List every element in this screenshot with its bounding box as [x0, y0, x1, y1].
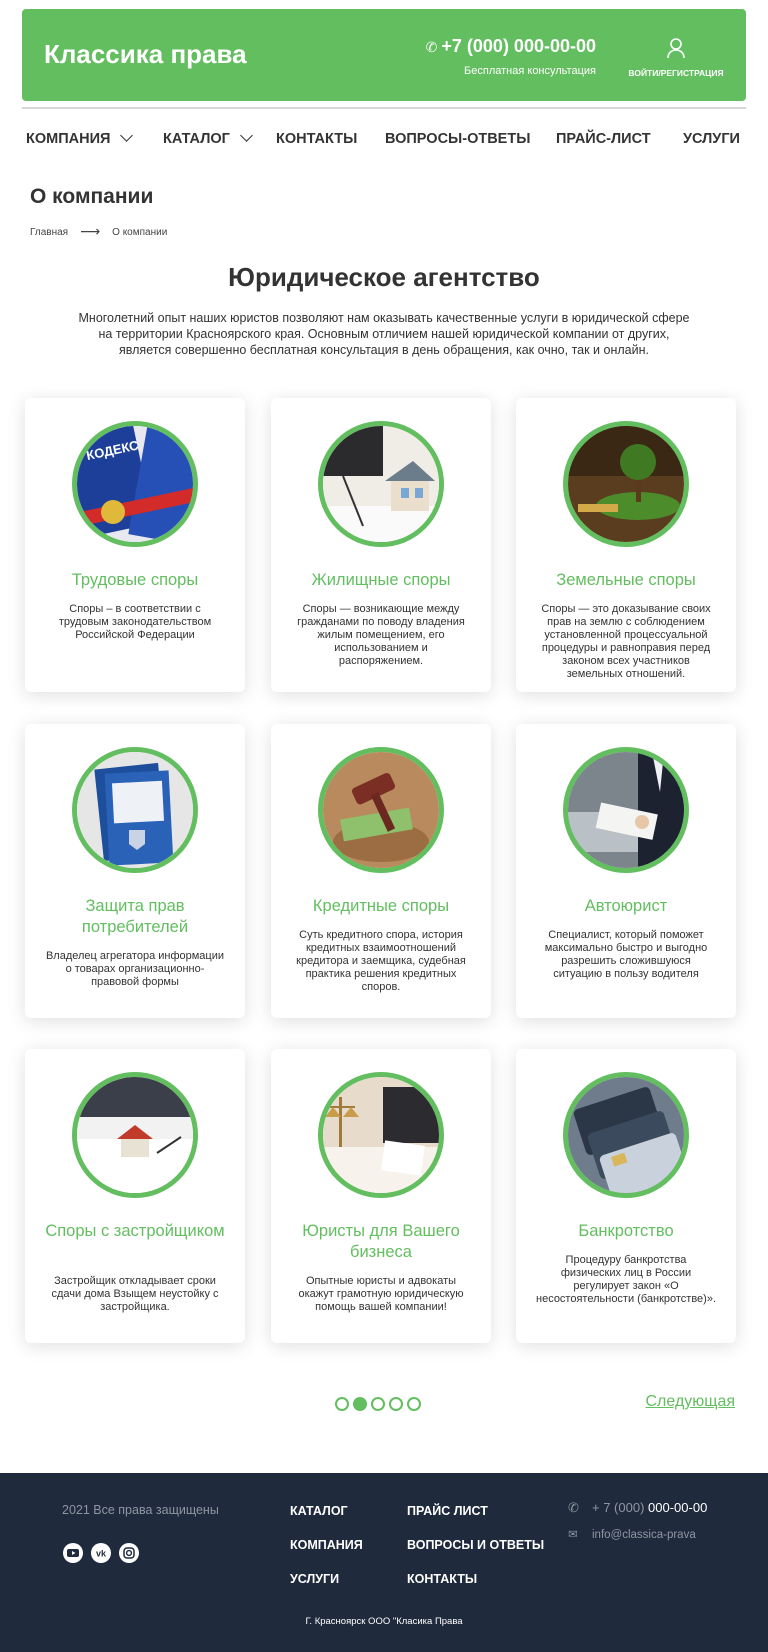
phone-icon: ✆: [568, 1500, 579, 1515]
svg-text:vk: vk: [96, 1549, 107, 1559]
breadcrumb: Главная ⟶ О компании: [30, 222, 167, 239]
service-card-title[interactable]: Земельные споры: [526, 570, 726, 591]
nav-item-catalog[interactable]: КАТАЛОГ: [163, 129, 253, 147]
service-card-description: Суть кредитного спора, история кредитных…: [296, 929, 466, 993]
service-card-description: Опытные юристы и адвокаты окажут грамотн…: [298, 1275, 464, 1313]
service-card-description: Специалист, который поможет максимально …: [544, 929, 708, 980]
nav-item-label: КАТАЛОГ: [163, 131, 230, 147]
footer-phone-prefix: + 7 (000): [592, 1500, 645, 1515]
service-card-business[interactable]: Юристы для Вашего бизнеса Опытные юристы…: [271, 1049, 491, 1343]
service-card-consumer[interactable]: Защита прав потребителей Владелец агрега…: [25, 724, 245, 1018]
nav-item-contacts[interactable]: КОНТАКТЫ: [276, 131, 357, 147]
chevron-down-icon: [120, 129, 134, 142]
footer-link-pricelist[interactable]: ПРАЙС ЛИСТ: [407, 1504, 488, 1518]
intro-text: Многолетний опыт наших юристов позволяют…: [55, 310, 713, 358]
login-register-label: ВОЙТИ/РЕГИСТРАЦИЯ: [628, 68, 724, 78]
intro-line: Многолетний опыт наших юристов позволяют…: [78, 311, 690, 325]
service-card-title[interactable]: Автоюрист: [526, 896, 726, 917]
bankruptcy-image: [563, 1072, 689, 1198]
service-card-land[interactable]: Земельные споры Споры — это доказывание …: [516, 398, 736, 692]
free-consultation-label[interactable]: Бесплатная консультация: [464, 65, 596, 77]
service-card-description: Владелец агрегатора информации о товарах…: [45, 950, 225, 988]
breadcrumb-current: О компании: [112, 227, 168, 238]
service-card-description: Споры – в соответствии с трудовым законо…: [58, 603, 212, 641]
labor-code-image: КОДЕКС: [72, 421, 198, 547]
service-card-developer[interactable]: Споры с застройщиком Застройщик откладыв…: [25, 1049, 245, 1343]
footer-link-contacts[interactable]: КОНТАКТЫ: [407, 1572, 477, 1586]
nav-item-pricelist[interactable]: ПРАЙС-ЛИСТ: [556, 131, 651, 147]
user-icon: [667, 38, 685, 59]
service-card-title[interactable]: Трудовые споры: [35, 570, 235, 591]
service-card-description: Процедуру банкротства физических лиц в Р…: [536, 1254, 717, 1305]
footer-email[interactable]: ✉ info@classica-prava: [568, 1527, 696, 1541]
service-card-auto[interactable]: Автоюрист Специалист, который поможет ма…: [516, 724, 736, 1018]
pagination-dot-1[interactable]: [335, 1397, 349, 1411]
service-card-credit[interactable]: Кредитные споры Суть кредитного спора, и…: [271, 724, 491, 1018]
footer-phone-number: 000-00-00: [648, 1500, 708, 1515]
footer-link-company[interactable]: КОМПАНИЯ: [290, 1538, 363, 1552]
pagination-dot-3[interactable]: [371, 1397, 385, 1411]
instagram-icon[interactable]: [119, 1543, 139, 1563]
service-card-title[interactable]: Споры с застройщиком: [35, 1221, 235, 1242]
section-heading: Юридическое агентство: [228, 262, 540, 292]
pagination-dot-4[interactable]: [389, 1397, 403, 1411]
copyright-text: 2021 Все права защищены: [62, 1503, 219, 1517]
next-page-link[interactable]: Следующая: [646, 1393, 736, 1411]
credit-disputes-image: [318, 747, 444, 873]
main-nav: КОМПАНИЯ КАТАЛОГ КОНТАКТЫ ВОПРОСЫ-ОТВЕТЫ…: [0, 129, 768, 153]
nav-item-label: ВОПРОСЫ-ОТВЕТЫ: [385, 131, 531, 147]
auto-lawyer-image: [563, 747, 689, 873]
service-card-title[interactable]: Кредитные споры: [281, 896, 481, 917]
land-image: [563, 421, 689, 547]
site-header: Классика права ✆ +7 (000) 000-00-00 Беспл…: [22, 9, 746, 101]
service-card-housing[interactable]: Жилищные споры Споры — возникающие между…: [271, 398, 491, 692]
footer-link-services[interactable]: УСЛУГИ: [290, 1572, 339, 1586]
consumer-rights-image: [72, 747, 198, 873]
service-card-title[interactable]: Жилищные споры: [281, 570, 481, 591]
service-card-description: Застройщик откладывает сроки сдачи дома …: [51, 1275, 219, 1313]
housing-image: [318, 421, 444, 547]
footer-address: Г. Красноярск ООО "Класика Права: [305, 1616, 463, 1627]
login-register-button[interactable]: ВОЙТИ/РЕГИСТРАЦИЯ: [626, 37, 726, 81]
developer-disputes-image: [72, 1072, 198, 1198]
nav-item-label: ПРАЙС-ЛИСТ: [556, 131, 651, 147]
nav-item-label: УСЛУГИ: [683, 131, 740, 147]
nav-item-faq[interactable]: ВОПРОСЫ-ОТВЕТЫ: [385, 131, 530, 147]
nav-item-services[interactable]: УСЛУГИ: [683, 131, 740, 147]
arrow-right-icon: ⟶: [80, 223, 101, 239]
site-footer: 2021 Все права защищены vk КАТАЛОГ КОМПА…: [0, 1473, 768, 1652]
nav-item-label: КОМПАНИЯ: [26, 131, 111, 147]
business-lawyers-image: [318, 1072, 444, 1198]
phone-icon: ✆: [425, 39, 438, 55]
nav-item-company[interactable]: КОМПАНИЯ: [26, 129, 134, 147]
youtube-icon[interactable]: [63, 1543, 83, 1563]
service-card-bankruptcy[interactable]: Банкротство Процедуру банкротства физиче…: [516, 1049, 736, 1343]
site-logo[interactable]: Классика права: [44, 39, 247, 70]
service-card-description: Споры — это доказывание своих прав на зе…: [541, 603, 711, 680]
intro-line: является совершенно бесплатная консульта…: [119, 343, 649, 357]
service-card-title[interactable]: Юристы для Вашего бизнеса: [281, 1221, 481, 1263]
chevron-down-icon: [240, 129, 253, 142]
footer-phone[interactable]: ✆ + 7 (000) 000-00-00: [568, 1500, 707, 1516]
service-card-description: Споры — возникающие между гражданами по …: [297, 603, 465, 667]
footer-link-catalog[interactable]: КАТАЛОГ: [290, 1504, 348, 1518]
page-title: О компании: [30, 185, 154, 208]
footer-link-faq[interactable]: ВОПРОСЫ И ОТВЕТЫ: [407, 1538, 544, 1552]
service-card-title[interactable]: Банкротство: [526, 1221, 726, 1242]
mail-icon: ✉: [568, 1529, 578, 1541]
vk-icon[interactable]: vk: [91, 1543, 111, 1563]
nav-item-label: КОНТАКТЫ: [276, 131, 358, 147]
service-card-labor[interactable]: КОДЕКС Трудовые споры Споры – в соответс…: [25, 398, 245, 692]
intro-line: на территории Красноярского края. Основн…: [98, 327, 670, 341]
pagination-dot-2[interactable]: [353, 1397, 367, 1411]
service-card-title[interactable]: Защита прав потребителей: [35, 896, 235, 938]
breadcrumb-home[interactable]: Главная: [30, 227, 68, 238]
pagination-dot-5[interactable]: [407, 1397, 421, 1411]
header-phone-number[interactable]: +7 (000) 000-00-00: [441, 36, 596, 56]
footer-email-address: info@classica-prava: [592, 1529, 696, 1541]
header-phone[interactable]: ✆ +7 (000) 000-00-00: [426, 36, 596, 57]
header-divider: [22, 107, 746, 109]
